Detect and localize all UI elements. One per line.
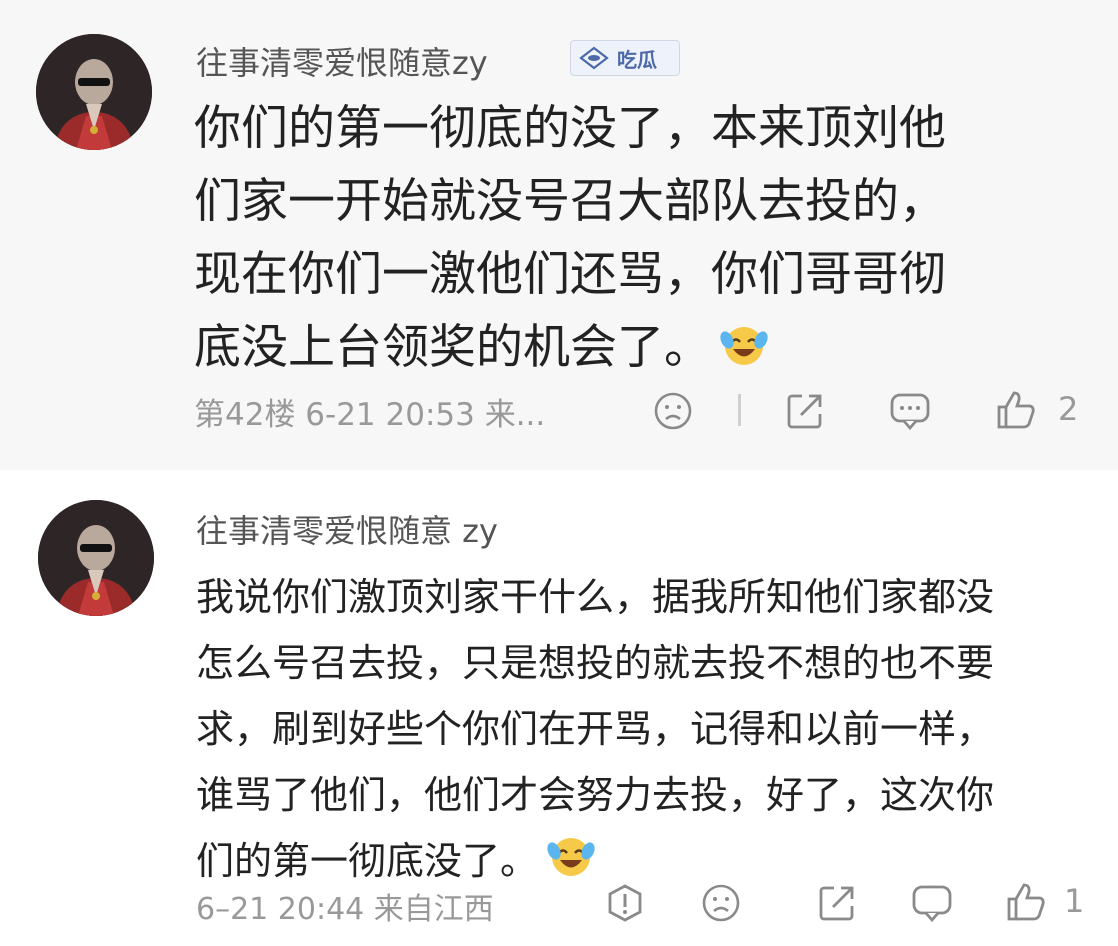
- share-icon[interactable]: [816, 882, 858, 924]
- comment-line: 求，刷到好些个你们在开骂，记得和以前一样，: [196, 707, 995, 751]
- username[interactable]: 往事清零爱恨随意 zy: [196, 506, 498, 552]
- comment-line-text: 底没上台领奖的机会了。: [194, 320, 711, 375]
- reply-icon[interactable]: [888, 390, 932, 432]
- laughing-crying-emoji-icon: [719, 314, 769, 387]
- like-count: 2: [1058, 390, 1079, 428]
- avatar[interactable]: [36, 34, 152, 150]
- username[interactable]: 往事清零爱恨随意zy: [196, 38, 488, 84]
- like-count: 1: [1064, 882, 1085, 920]
- comment-line: 谁骂了他们，他们才会努力去投，好了，这次你: [196, 773, 995, 817]
- share-icon[interactable]: [784, 390, 826, 432]
- dislike-icon[interactable]: [700, 882, 742, 924]
- comment-line-last: 底没上台领奖的机会了。: [194, 311, 946, 387]
- member-badge[interactable]: 吃瓜: [570, 40, 680, 76]
- comment-meta: 第42楼 6-21 20:53 来...: [194, 397, 546, 433]
- comment: 往事清零爱恨随意 zy 我说你们激顶刘家干什么，据我所知他们家都没 怎么号召去投…: [0, 470, 1118, 946]
- report-icon[interactable]: [604, 882, 646, 924]
- comment-meta: 6–21 20:44 来自江西: [196, 892, 494, 927]
- dislike-icon[interactable]: [652, 390, 694, 432]
- laughing-crying-emoji-icon: [546, 831, 596, 897]
- comment-42: 往事清零爱恨随意zy 吃瓜 你们的第一彻底的没了，本来顶刘他 们家一开始就没号召…: [0, 0, 1118, 470]
- action-divider: [738, 394, 741, 426]
- avatar[interactable]: [38, 500, 154, 616]
- comment-line-text: 们的第一彻底没了。: [196, 839, 539, 883]
- comment-line: 现在你们一激他们还骂，你们哥哥彻: [194, 247, 946, 302]
- comment-text: 你们的第一彻底的没了，本来顶刘他 们家一开始就没号召大部队去投的， 现在你们一激…: [194, 92, 946, 387]
- reply-icon[interactable]: [910, 882, 954, 924]
- comment-line: 怎么号召去投，只是想投的就去投不想的也不要: [196, 641, 995, 685]
- like-icon[interactable]: [994, 388, 1038, 432]
- like-icon[interactable]: [1004, 880, 1048, 924]
- comment-line: 我说你们激顶刘家干什么，据我所知他们家都没: [196, 575, 995, 619]
- melon-badge-icon: [579, 46, 609, 70]
- comment-line: 你们的第一彻底的没了，本来顶刘他: [194, 101, 946, 156]
- comment-text: 我说你们激顶刘家干什么，据我所知他们家都没 怎么号召去投，只是想投的就去投不想的…: [196, 564, 994, 897]
- badge-label: 吃瓜: [617, 47, 657, 72]
- comment-line: 们家一开始就没号召大部队去投的，: [194, 174, 946, 229]
